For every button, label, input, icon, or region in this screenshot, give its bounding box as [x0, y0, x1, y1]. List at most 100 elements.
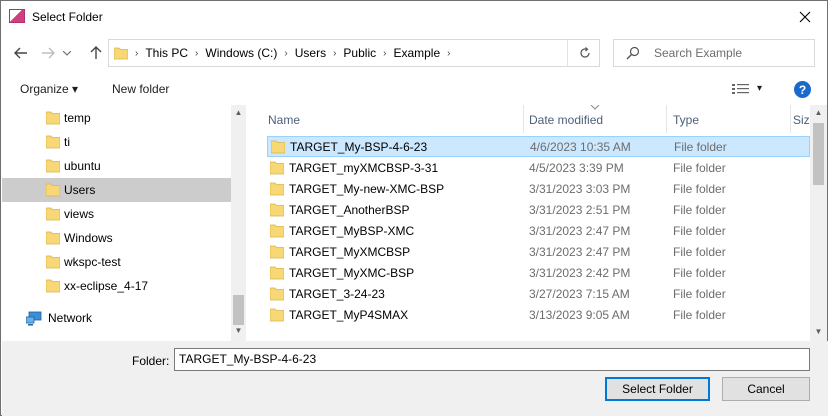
- file-type: File folder: [673, 161, 726, 175]
- file-row[interactable]: TARGET_myXMCBSP-3-31 4/5/2023 3:39 PM Fi…: [267, 158, 810, 179]
- breadcrumb-public[interactable]: Public: [338, 46, 381, 60]
- tree-item-ti[interactable]: ti: [2, 130, 231, 154]
- forward-arrow-icon: [42, 47, 55, 59]
- forward-button[interactable]: [37, 41, 59, 65]
- tree-item-users[interactable]: Users: [2, 178, 231, 202]
- file-type: File folder: [673, 203, 726, 217]
- breadcrumb-this-pc[interactable]: This PC: [140, 46, 193, 60]
- scroll-up-arrow-icon[interactable]: ▲: [810, 105, 827, 120]
- view-options-button[interactable]: [732, 83, 750, 98]
- file-row[interactable]: TARGET_MyXMCBSP 3/31/2023 2:47 PM File f…: [267, 242, 810, 263]
- tree-item-label: xx-eclipse_4-17: [64, 279, 149, 293]
- file-type: File folder: [673, 287, 726, 301]
- file-name: TARGET_myXMCBSP-3-31: [289, 161, 439, 175]
- view-dropdown-arrow[interactable]: ▾: [757, 83, 762, 94]
- details-view-icon: [732, 84, 749, 94]
- breadcrumb: › This PC › Windows (C:) › Users › Publi…: [133, 40, 452, 66]
- file-row[interactable]: TARGET_MyBSP-XMC 3/31/2023 2:47 PM File …: [267, 221, 810, 242]
- column-header-date[interactable]: Date modified: [524, 105, 667, 133]
- folder-icon: [46, 231, 60, 245]
- new-folder-button[interactable]: New folder: [112, 82, 169, 96]
- file-row[interactable]: TARGET_3-24-23 3/27/2023 7:15 AM File fo…: [267, 284, 810, 305]
- breadcrumb-separator[interactable]: ›: [331, 48, 338, 59]
- column-header-type[interactable]: Type: [667, 105, 791, 133]
- tree-item-label: Network: [48, 311, 93, 325]
- folder-icon: [270, 308, 284, 322]
- file-name: TARGET_MyXMC-BSP: [289, 266, 415, 280]
- file-row[interactable]: TARGET_MyP4SMAX 3/13/2023 9:05 AM File f…: [267, 305, 810, 326]
- refresh-button[interactable]: [571, 40, 599, 66]
- navigation-pane: temp ti ubuntu Users views Windows wkspc…: [2, 105, 246, 341]
- folder-icon: [46, 159, 60, 173]
- navigation-pane-scrollbar[interactable]: ▲ ▼: [231, 105, 246, 341]
- breadcrumb-example[interactable]: Example: [388, 46, 445, 60]
- scroll-up-arrow-icon[interactable]: ▲: [231, 105, 246, 120]
- search-box[interactable]: Search Example: [613, 39, 815, 67]
- recent-locations-button[interactable]: [60, 41, 74, 65]
- file-list-pane: Name Date modified Type Size TARGET_My-B…: [247, 105, 827, 341]
- address-bar[interactable]: › This PC › Windows (C:) › Users › Publi…: [108, 39, 600, 67]
- help-button[interactable]: ?: [794, 81, 811, 98]
- scrollbar-thumb[interactable]: [813, 123, 824, 185]
- file-list-scrollbar[interactable]: ▲ ▼: [810, 105, 827, 341]
- file-type: File folder: [673, 245, 726, 259]
- breadcrumb-separator[interactable]: ›: [282, 48, 289, 59]
- organize-menu[interactable]: Organize ▾: [20, 82, 78, 96]
- file-date: 4/5/2023 3:39 PM: [529, 161, 624, 175]
- file-name: TARGET_MyBSP-XMC: [289, 224, 415, 238]
- breadcrumb-separator[interactable]: ›: [133, 48, 140, 59]
- file-row[interactable]: TARGET_AnotherBSP 3/31/2023 2:51 PM File…: [267, 200, 810, 221]
- scroll-down-arrow-icon[interactable]: ▼: [231, 323, 246, 338]
- column-header-label: Type: [673, 113, 700, 127]
- folder-label: Folder:: [132, 354, 170, 368]
- file-name: TARGET_My-new-XMC-BSP: [289, 182, 445, 196]
- tree-item-label: temp: [64, 111, 91, 125]
- network-icon: [26, 311, 42, 326]
- breadcrumb-windows-c[interactable]: Windows (C:): [200, 46, 282, 60]
- file-type: File folder: [673, 224, 726, 238]
- file-row[interactable]: TARGET_MyXMC-BSP 3/31/2023 2:42 PM File …: [267, 263, 810, 284]
- back-arrow-icon: [14, 47, 27, 59]
- window-title: Select Folder: [32, 10, 103, 24]
- select-folder-button[interactable]: Select Folder: [605, 377, 710, 401]
- file-date: 3/13/2023 9:05 AM: [529, 308, 630, 322]
- scroll-down-arrow-icon[interactable]: ▼: [810, 324, 827, 339]
- folder-icon: [270, 203, 284, 217]
- back-button[interactable]: [10, 41, 32, 65]
- column-header-size[interactable]: Size: [791, 105, 810, 133]
- tree-item-label: ti: [64, 135, 70, 149]
- close-button[interactable]: [783, 1, 827, 32]
- file-name: TARGET_MyXMCBSP: [289, 245, 411, 259]
- tree-item-temp[interactable]: temp: [2, 106, 231, 130]
- file-date: 3/31/2023 2:42 PM: [529, 266, 631, 280]
- folder-icon: [270, 161, 284, 175]
- file-name: TARGET_AnotherBSP: [289, 203, 410, 217]
- breadcrumb-separator[interactable]: ›: [381, 48, 388, 59]
- cancel-button[interactable]: Cancel: [722, 377, 810, 401]
- tree-item-ubuntu[interactable]: ubuntu: [2, 154, 231, 178]
- file-row[interactable]: TARGET_My-BSP-4-6-23 4/6/2023 10:35 AM F…: [267, 136, 810, 157]
- tree-item-label: Users: [64, 183, 96, 197]
- file-date: 3/31/2023 3:03 PM: [529, 182, 631, 196]
- folder-name-field[interactable]: TARGET_My-BSP-4-6-23: [174, 348, 810, 371]
- file-date: 3/31/2023 2:47 PM: [529, 224, 631, 238]
- breadcrumb-separator[interactable]: ›: [445, 48, 452, 59]
- tree-item-wkspc-test[interactable]: wkspc-test: [2, 250, 231, 274]
- file-date: 3/27/2023 7:15 AM: [529, 287, 630, 301]
- file-type: File folder: [673, 182, 726, 196]
- tree-item-network[interactable]: Network: [2, 306, 231, 330]
- tree-item-windows[interactable]: Windows: [2, 226, 231, 250]
- tree-item-views[interactable]: views: [2, 202, 231, 226]
- column-header-name[interactable]: Name: [247, 105, 524, 133]
- up-button[interactable]: [85, 41, 107, 65]
- folder-icon: [46, 279, 60, 293]
- file-row[interactable]: TARGET_My-new-XMC-BSP 3/31/2023 3:03 PM …: [267, 179, 810, 200]
- folder-icon: [270, 224, 284, 238]
- tree-item-xx-eclipse[interactable]: xx-eclipse_4-17: [2, 274, 231, 298]
- breadcrumb-users[interactable]: Users: [290, 46, 331, 60]
- help-icon: ?: [798, 82, 807, 97]
- scrollbar-thumb[interactable]: [233, 295, 244, 325]
- breadcrumb-separator[interactable]: ›: [193, 48, 200, 59]
- file-date: 4/6/2023 10:35 AM: [530, 140, 631, 154]
- navigation-bar: › This PC › Windows (C:) › Users › Publi…: [1, 37, 827, 69]
